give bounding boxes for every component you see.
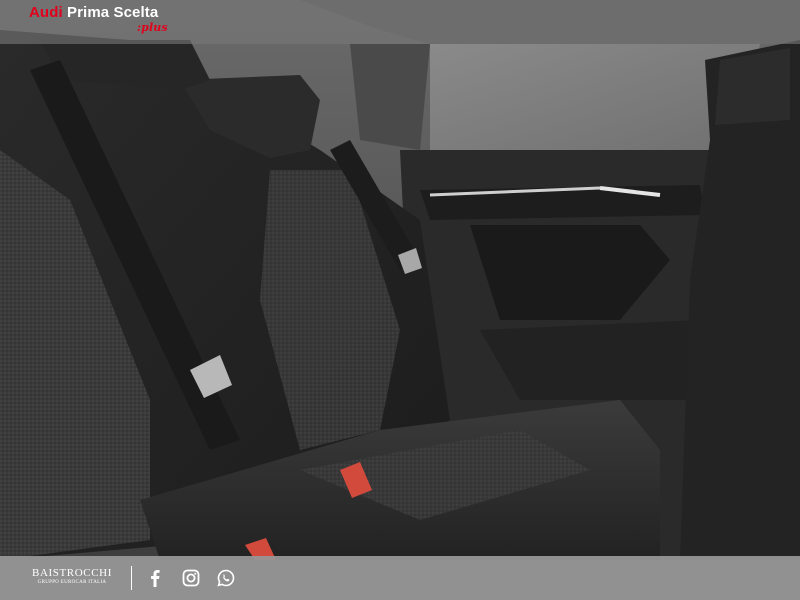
- car-interior-viewer: Audi Prima Scelta :plus BAISTROCCHI GRUP…: [0, 0, 800, 600]
- facebook-link[interactable]: [143, 566, 167, 590]
- rear-seat-photo: [0, 0, 800, 600]
- whatsapp-link[interactable]: [214, 566, 238, 590]
- dealer-subtitle: GRUPPO EUROCAR ITALIA: [37, 580, 107, 585]
- instagram-icon: [182, 569, 200, 587]
- brand-audi: Audi: [29, 4, 63, 21]
- footer-bar: BAISTROCCHI GRUPPO EUROCAR ITALIA: [0, 556, 800, 600]
- footer-divider: [131, 566, 132, 590]
- dealer-name: BAISTROCCHI: [32, 567, 112, 579]
- brand-logo[interactable]: Audi Prima Scelta :plus: [29, 4, 168, 34]
- whatsapp-icon: [217, 569, 235, 587]
- header-bar: Audi Prima Scelta :plus: [0, 0, 800, 44]
- brand-plus: :plus: [137, 21, 168, 34]
- brand-prima-scelta: Prima Scelta: [67, 4, 159, 21]
- facebook-icon: [151, 570, 160, 587]
- instagram-link[interactable]: [179, 566, 203, 590]
- dealer-logo[interactable]: BAISTROCCHI GRUPPO EUROCAR ITALIA: [26, 567, 118, 586]
